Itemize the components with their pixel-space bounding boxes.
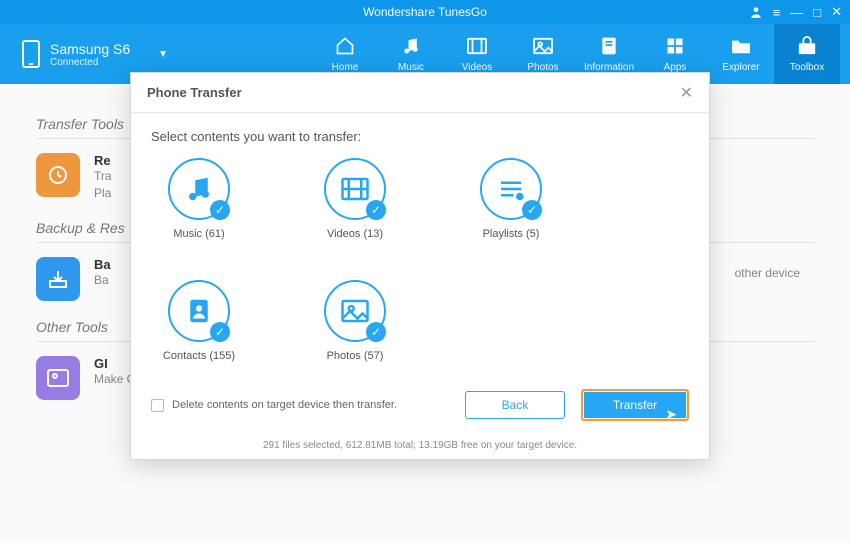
dialog-title: Phone Transfer — [147, 85, 242, 100]
check-icon: ✓ — [366, 322, 386, 342]
option-playlists[interactable]: ✓ Playlists (5) — [463, 158, 559, 240]
option-music[interactable]: ✓ Music (61) — [151, 158, 247, 240]
checkbox[interactable] — [151, 399, 164, 412]
close-icon[interactable]: ✕ — [680, 83, 693, 103]
option-contacts[interactable]: ✓ Contacts (155) — [151, 280, 247, 362]
option-videos[interactable]: ✓ Videos (13) — [307, 158, 403, 240]
back-button[interactable]: Back — [465, 391, 565, 419]
check-icon: ✓ — [210, 322, 230, 342]
dialog-status: 291 files selected, 612.81MB total; 13.1… — [131, 440, 709, 451]
transfer-button[interactable]: Transfer ➤ — [581, 389, 689, 421]
check-icon: ✓ — [366, 200, 386, 220]
check-icon: ✓ — [522, 200, 542, 220]
option-photos[interactable]: ✓ Photos (57) — [307, 280, 403, 362]
dialog-subtitle: Select contents you want to transfer: — [151, 129, 689, 144]
check-icon: ✓ — [210, 200, 230, 220]
cursor-icon: ➤ — [665, 406, 677, 423]
dialog-header: Phone Transfer ✕ — [131, 73, 709, 113]
phone-transfer-dialog: Phone Transfer ✕ Select contents you wan… — [130, 72, 710, 460]
delete-before-transfer[interactable]: Delete contents on target device then tr… — [151, 399, 397, 412]
